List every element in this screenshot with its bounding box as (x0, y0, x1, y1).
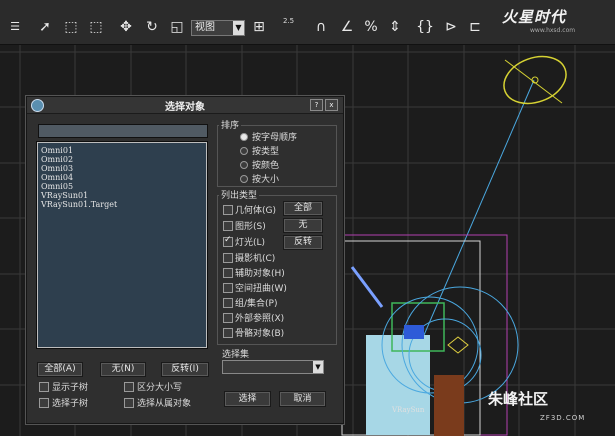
list-item[interactable]: Omni01 (41, 146, 73, 155)
angle-snap-icon[interactable]: ∠ (338, 18, 356, 36)
list-item[interactable]: VRaySun01 (41, 191, 88, 200)
geometry-label: 几何体(G) (235, 206, 276, 216)
sort-group-label: 排序 (219, 118, 242, 131)
select-object-icon[interactable]: ➚ (36, 18, 54, 36)
case-sensitive-label: 区分大小写 (137, 383, 183, 393)
shapes-label: 图形(S) (235, 222, 266, 232)
types-none-button[interactable]: 无 (283, 218, 323, 233)
case-sensitive-checkbox[interactable] (124, 382, 134, 392)
lights-checkbox[interactable] (223, 235, 233, 247)
select-all-button[interactable]: 全部(A) (37, 362, 83, 377)
space-warps-label: 空间扭曲(W) (235, 284, 287, 294)
select-dependents-label: 选择从属对象 (137, 399, 192, 409)
close-button[interactable]: x (325, 99, 338, 111)
scale-icon[interactable]: ◱ (168, 18, 186, 36)
helpers-checkbox[interactable] (223, 268, 233, 278)
watermark-url: ZF3D.COM (540, 414, 586, 422)
bones-checkbox[interactable] (223, 328, 233, 338)
lights-label: 灯光(L) (235, 238, 266, 248)
list-types-group-label: 列出类型 (219, 188, 260, 201)
select-button[interactable]: 选择 (224, 391, 271, 407)
watermark: 朱峰社区 (488, 390, 549, 408)
sort-by-color-radio[interactable] (240, 161, 248, 169)
xrefs-checkbox[interactable] (223, 313, 233, 323)
select-children-checkbox[interactable] (39, 398, 49, 408)
vraysun-label: VRaySun (392, 406, 425, 414)
object-list[interactable]: Omni01 Omni02 Omni03 Omni04 Omni05 VRayS… (36, 141, 208, 349)
select-none-button[interactable]: 无(N) (100, 362, 146, 377)
percent-snap-icon[interactable]: % (362, 18, 380, 36)
show-children-label: 显示子树 (52, 383, 89, 393)
toolbar-menu-icon[interactable]: ☰ (6, 18, 24, 36)
helpers-label: 辅助对象(H) (235, 269, 285, 279)
sort-option-label: 按类型 (252, 147, 280, 157)
sort-option-label: 按颜色 (252, 161, 280, 171)
bones-label: 骨骼对象(B) (235, 329, 285, 339)
show-children-checkbox[interactable] (39, 382, 49, 392)
types-all-button[interactable]: 全部 (283, 201, 323, 216)
main-toolbar: ☰ ➚ ⬚ ⬚ ✥ ↻ ◱ 视图 ▼ ⊞ 2.5 ∩ ∠ % ⇕ {} ⊳ ⊏ … (0, 0, 615, 45)
help-button[interactable]: ? (310, 99, 323, 111)
selection-set-label: 选择集 (220, 347, 252, 360)
logo-url: www.hxsd.com (530, 27, 576, 34)
object-search-input[interactable] (38, 124, 208, 138)
list-item[interactable]: Omni02 (41, 155, 73, 164)
ground-plane (366, 335, 430, 435)
named-selection-icon[interactable]: {} (416, 18, 434, 36)
pivot-center-icon[interactable]: ⊞ (250, 18, 268, 36)
xrefs-label: 外部参照(X) (235, 314, 285, 324)
geometry-checkbox[interactable] (223, 205, 233, 215)
selection-set-dropdown[interactable]: ▼ (222, 360, 324, 374)
types-invert-button[interactable]: 反转 (283, 235, 323, 250)
list-item[interactable]: VRaySun01.Target (41, 200, 117, 209)
snap-toggle-icon[interactable]: ∩ (312, 18, 330, 36)
groups-label: 组/集合(P) (235, 299, 278, 309)
logo: 火星时代 (502, 8, 567, 26)
chevron-down-icon: ▼ (313, 361, 323, 373)
groups-checkbox[interactable] (223, 298, 233, 308)
cameras-checkbox[interactable] (223, 253, 233, 263)
shapes-checkbox[interactable] (223, 221, 233, 231)
space-warps-checkbox[interactable] (223, 283, 233, 293)
reference-coordinate-value: 视图 (195, 22, 215, 33)
sort-option-label: 按大小 (252, 175, 280, 185)
list-item[interactable]: Omni03 (41, 164, 73, 173)
select-region-icon[interactable]: ⬚ (62, 18, 80, 36)
window-crossing-icon[interactable]: ⬚ (87, 18, 105, 36)
dialog-titlebar[interactable]: 选择对象 ? x (27, 97, 343, 114)
spinner-snap-icon[interactable]: ⇕ (386, 18, 404, 36)
mirror-icon[interactable]: ⊳ (442, 18, 460, 36)
dialog-title: 选择对象 (165, 102, 205, 113)
sort-by-size-radio[interactable] (240, 175, 248, 183)
align-icon[interactable]: ⊏ (466, 18, 484, 36)
sun-direction-line (423, 79, 535, 336)
sort-option-label: 按字母顺序 (252, 133, 298, 143)
select-dependents-checkbox[interactable] (124, 398, 134, 408)
chevron-down-icon: ▼ (233, 21, 244, 35)
cameras-label: 摄影机(C) (235, 254, 276, 264)
cancel-button[interactable]: 取消 (279, 391, 326, 407)
rotate-icon[interactable]: ↻ (143, 18, 161, 36)
list-item[interactable]: Omni04 (41, 173, 73, 182)
invert-selection-button[interactable]: 反转(I) (161, 362, 209, 377)
snap-value: 2.5 (283, 17, 295, 25)
reference-coordinate-dropdown[interactable]: 视图 ▼ (191, 20, 245, 36)
select-children-label: 选择子树 (52, 399, 89, 409)
list-item[interactable]: Omni05 (41, 182, 73, 191)
move-icon[interactable]: ✥ (117, 18, 135, 36)
select-objects-dialog: 选择对象 ? x Omni01 Omni02 Omni03 Omni04 Omn… (26, 96, 344, 424)
sort-by-type-radio[interactable] (240, 147, 248, 155)
sort-alphabetical-radio[interactable] (240, 133, 248, 141)
